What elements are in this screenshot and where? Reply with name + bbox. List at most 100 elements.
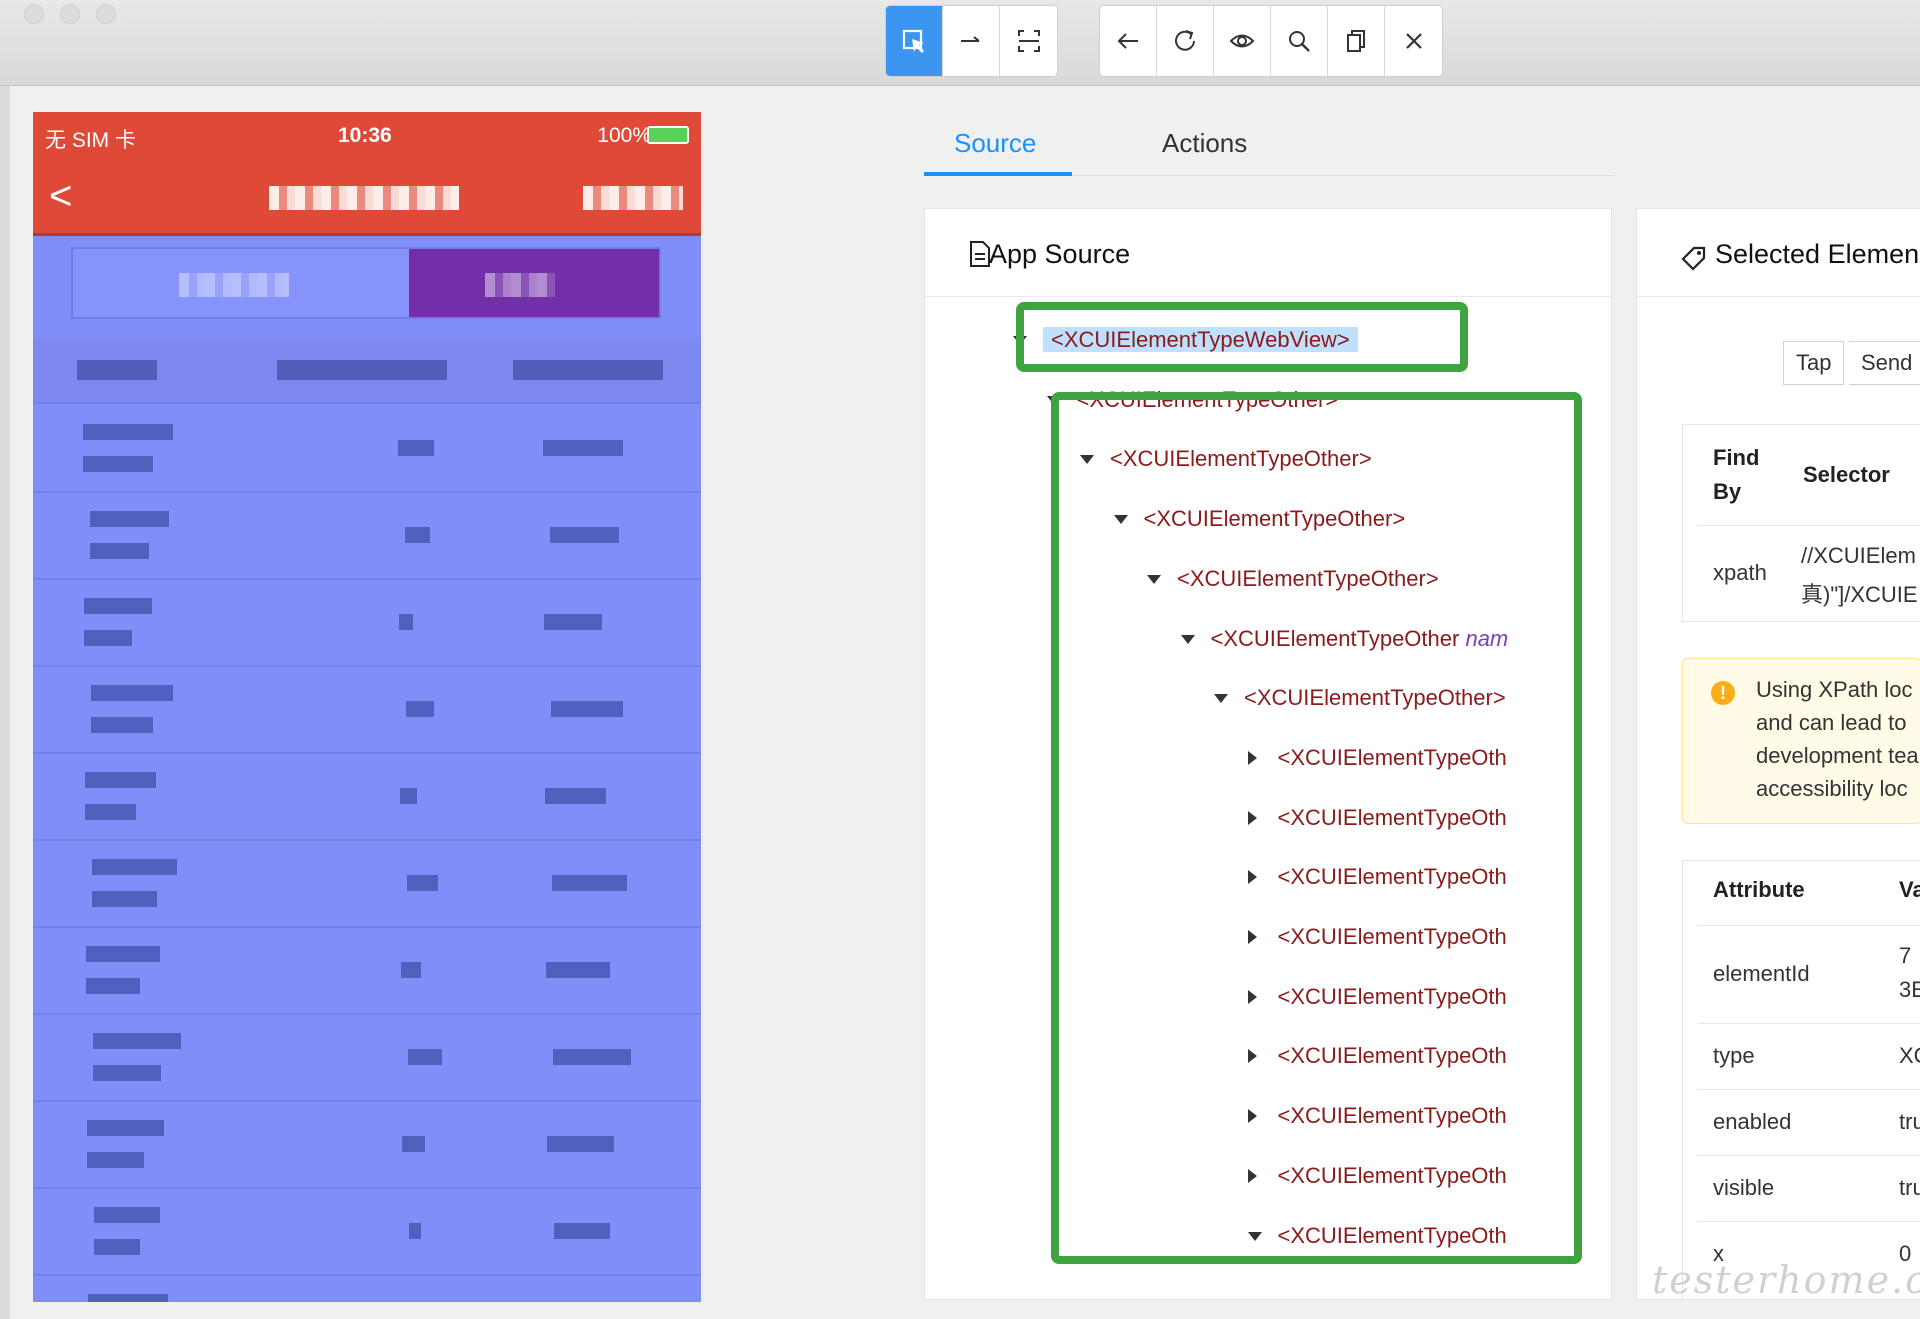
- attr-name-elementid: elementId: [1713, 961, 1810, 986]
- blurred-cell: [408, 1049, 442, 1065]
- close-window-button[interactable]: [24, 4, 44, 24]
- phone-list-row[interactable]: [33, 493, 701, 580]
- back-arrow-icon: [1117, 33, 1138, 49]
- send-keys-button[interactable]: Send: [1849, 341, 1920, 385]
- phone-list-row[interactable]: [33, 1102, 701, 1189]
- warning-line-2: and can lead to: [1756, 710, 1907, 735]
- refresh-icon: [1175, 30, 1195, 51]
- attr-value-elementid-1: 7: [1899, 943, 1912, 968]
- blurred-cell: [86, 978, 140, 994]
- phone-list-row[interactable]: [33, 841, 701, 928]
- attr-name-enabled: enabled: [1713, 1109, 1792, 1134]
- title-bar: [0, 0, 1920, 86]
- phone-list-row[interactable]: [33, 580, 701, 667]
- carrier-label: 无 SIM 卡: [45, 129, 137, 152]
- blurred-cell: [546, 962, 610, 978]
- blurred-cell: [91, 685, 173, 701]
- phone-list-row[interactable]: [33, 1015, 701, 1102]
- blurred-header-3: [513, 360, 663, 380]
- blurred-cell: [92, 891, 157, 907]
- copy-xml-button[interactable]: [1328, 6, 1385, 76]
- tap-button[interactable]: Tap: [1783, 341, 1845, 385]
- phone-list-row[interactable]: [33, 1189, 701, 1276]
- warning-line-1: Using XPath loc: [1756, 677, 1913, 702]
- blurred-cell: [405, 527, 430, 543]
- blurred-cell: [398, 440, 434, 456]
- blurred-cell: [92, 859, 177, 875]
- blurred-cell: [402, 1136, 425, 1152]
- device-time: 10:36: [338, 124, 392, 147]
- file-icon: [970, 241, 990, 267]
- selector-table: Find By Selector xpath //XCUIElem 真)"]/X…: [1682, 424, 1920, 622]
- phone-list-row[interactable]: [33, 754, 701, 841]
- refresh-button[interactable]: [1157, 6, 1214, 76]
- blurred-cell: [409, 1223, 421, 1239]
- blurred-cell: [547, 1136, 614, 1152]
- tap-coordinates-button[interactable]: [1000, 6, 1057, 76]
- zoom-window-button[interactable]: [96, 4, 116, 24]
- warning-line-4: accessibility loc: [1756, 776, 1908, 801]
- blurred-cell: [399, 614, 413, 630]
- tab-actions[interactable]: Actions: [1162, 128, 1247, 159]
- window-controls[interactable]: [24, 4, 132, 29]
- blurred-cell: [90, 543, 149, 559]
- list-header: [33, 338, 701, 404]
- back-button[interactable]: [1100, 6, 1157, 76]
- show-hide-elements-button[interactable]: [1214, 6, 1271, 76]
- highlight-box-webview: [1016, 302, 1468, 372]
- blurred-cell: [83, 424, 173, 440]
- blurred-cell: [87, 1152, 144, 1168]
- blurred-header-2: [277, 360, 447, 380]
- nav-back-icon[interactable]: <: [49, 172, 72, 220]
- value-header: Va: [1899, 877, 1920, 902]
- xpath-value-line2[interactable]: 真)"]/XCUIE: [1801, 577, 1918, 609]
- app-source-title: App Source: [989, 239, 1131, 269]
- swipe-button[interactable]: [943, 6, 1000, 76]
- device-status-bar: 无 SIM 卡 10:36 100%: [33, 112, 701, 160]
- blurred-cell: [90, 511, 169, 527]
- attr-value-enabled: tru: [1899, 1109, 1920, 1134]
- tap-coordinates-icon: [1017, 30, 1040, 52]
- segment-selected[interactable]: [409, 249, 659, 317]
- attr-divider-3: [1697, 1155, 1920, 1156]
- blurred-cell: [84, 630, 132, 646]
- search-icon: [1289, 31, 1310, 52]
- blurred-nav-action[interactable]: [583, 186, 683, 210]
- battery-percent: 100%: [597, 124, 651, 147]
- blurred-cell: [407, 875, 438, 891]
- tab-source[interactable]: Source: [954, 128, 1036, 159]
- blurred-cell: [554, 1223, 610, 1239]
- search-button[interactable]: [1271, 6, 1328, 76]
- appium-inspector-window: 无 SIM 卡 10:36 100% < Source Actions App …: [0, 0, 1920, 1319]
- find-by-header-line1: Find: [1713, 445, 1760, 470]
- swipe-arrow-icon: [961, 36, 980, 42]
- phone-list-row[interactable]: [33, 1276, 701, 1302]
- select-element-button[interactable]: [886, 6, 943, 76]
- quit-session-button[interactable]: [1385, 6, 1442, 76]
- phone-list-row[interactable]: [33, 406, 701, 493]
- blurred-cell: [85, 772, 156, 788]
- window-edge: [0, 86, 10, 1319]
- blurred-cell: [84, 598, 152, 614]
- blurred-segment-right: [485, 273, 555, 297]
- attr-divider-0: [1697, 925, 1920, 926]
- blurred-cell: [83, 456, 153, 472]
- blurred-segment-left[interactable]: [179, 273, 289, 297]
- blurred-cell: [552, 875, 627, 891]
- watermark: testerhome.com: [1652, 1258, 1920, 1302]
- xpath-value-line1[interactable]: //XCUIElem: [1801, 543, 1916, 569]
- minimize-window-button[interactable]: [60, 4, 80, 24]
- blurred-nav-title: [269, 186, 459, 210]
- copy-xml-icon: [1347, 30, 1365, 52]
- inspector-tabs: Source Actions: [924, 120, 1614, 178]
- segmented-control[interactable]: [71, 247, 661, 319]
- blurred-cell: [94, 1207, 160, 1223]
- phone-list-row[interactable]: [33, 667, 701, 754]
- app-nav-bar[interactable]: <: [33, 160, 701, 236]
- blurred-header-1: [77, 360, 157, 380]
- device-screenshot[interactable]: 无 SIM 卡 10:36 100% <: [33, 112, 701, 1302]
- selected-element-header: Selected Elemen: [1637, 209, 1920, 297]
- blurred-cell: [91, 717, 153, 733]
- phone-list-row[interactable]: [33, 928, 701, 1015]
- xpath-warning: ! Using XPath loc and can lead to develo…: [1682, 658, 1920, 824]
